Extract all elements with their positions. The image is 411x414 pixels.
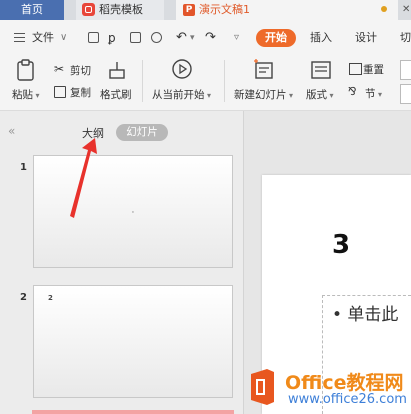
redo-icon[interactable]: ↷	[205, 26, 216, 50]
menu-file[interactable]: 文件	[32, 26, 54, 50]
ribbon	[0, 52, 411, 111]
slide-number: 2	[20, 292, 27, 303]
placeholder-text: • 单击此	[332, 305, 399, 325]
layout-button[interactable]: 版式 ▾	[306, 87, 334, 102]
chevron-down-icon[interactable]: ∨	[60, 26, 67, 50]
new-slide-icon[interactable]	[252, 58, 276, 80]
tab-design[interactable]: 设计	[355, 26, 377, 50]
cut-button[interactable]: 剪切	[70, 63, 91, 78]
unsaved-dot-icon	[381, 6, 387, 12]
copy-icon[interactable]	[54, 86, 66, 98]
menu-icon[interactable]	[14, 33, 25, 42]
format-painter-button[interactable]: 格式刷	[100, 87, 132, 102]
ribbon-separator	[142, 60, 143, 102]
format-painter-icon[interactable]	[105, 58, 129, 82]
play-icon[interactable]	[171, 58, 193, 80]
slide-thumbnail-3-partial[interactable]	[32, 410, 234, 414]
tab-document-label: 演示文稿1	[199, 3, 250, 16]
copy-button[interactable]: 复制	[70, 85, 91, 100]
slide-thumbnail-2[interactable]: 2	[33, 285, 233, 398]
paste-button[interactable]: 粘贴 ▾	[12, 87, 40, 102]
from-current-button[interactable]: 从当前开始 ▾	[152, 87, 211, 102]
undo-icon[interactable]: ↶	[176, 26, 187, 50]
watermark-url: www.office26.com	[288, 392, 407, 407]
tab-document[interactable]: P 演示文稿1	[176, 0, 398, 20]
print-icon[interactable]	[130, 32, 141, 43]
tab-cut-off[interactable]: 切	[400, 26, 411, 50]
thumbnail-text: 2	[48, 294, 53, 302]
tab-template-label: 稻壳模板	[99, 3, 143, 16]
tab-template[interactable]: 稻壳模板	[76, 0, 164, 20]
reset-icon[interactable]	[349, 63, 362, 75]
slide-thumbnail-1[interactable]: '	[33, 155, 233, 268]
font-size-box-partial[interactable]	[400, 84, 411, 104]
docer-logo-icon	[82, 3, 95, 16]
watermark-title: Office教程网	[285, 372, 404, 394]
print-preview-icon[interactable]	[151, 32, 162, 43]
tab-slides[interactable]: 幻灯片	[116, 124, 168, 141]
collapse-panel-icon[interactable]: «	[8, 124, 15, 138]
export-pdf-icon[interactable]: ꝑ	[108, 26, 116, 50]
new-slide-button[interactable]: 新建幻灯片 ▾	[234, 87, 293, 102]
tab-home[interactable]: 首页	[0, 0, 64, 20]
tab-start[interactable]: 开始	[256, 29, 296, 47]
tab-outline[interactable]: 大纲	[82, 125, 104, 141]
slide-title[interactable]: 3	[332, 230, 350, 260]
layout-icon[interactable]	[310, 60, 332, 80]
tab-close-icon[interactable]: ✕	[402, 0, 411, 20]
paste-icon[interactable]	[14, 58, 38, 82]
section-icon[interactable]: ⅋	[348, 85, 357, 98]
section-button[interactable]: 节 ▾	[365, 86, 382, 101]
undo-dropdown-icon[interactable]: ▾	[190, 26, 195, 50]
customize-toolbar-icon[interactable]: ▿	[234, 26, 239, 50]
font-box-partial[interactable]	[400, 60, 411, 80]
save-icon[interactable]	[88, 32, 99, 43]
ribbon-separator	[224, 60, 225, 102]
slide-number: 1	[20, 162, 27, 173]
tab-insert[interactable]: 插入	[310, 26, 332, 50]
presentation-icon: P	[183, 4, 195, 16]
reset-button[interactable]: 重置	[363, 62, 384, 77]
thumbnail-text: '	[132, 210, 134, 218]
office-logo-icon	[251, 369, 274, 405]
scissors-icon[interactable]: ✂	[54, 62, 64, 76]
